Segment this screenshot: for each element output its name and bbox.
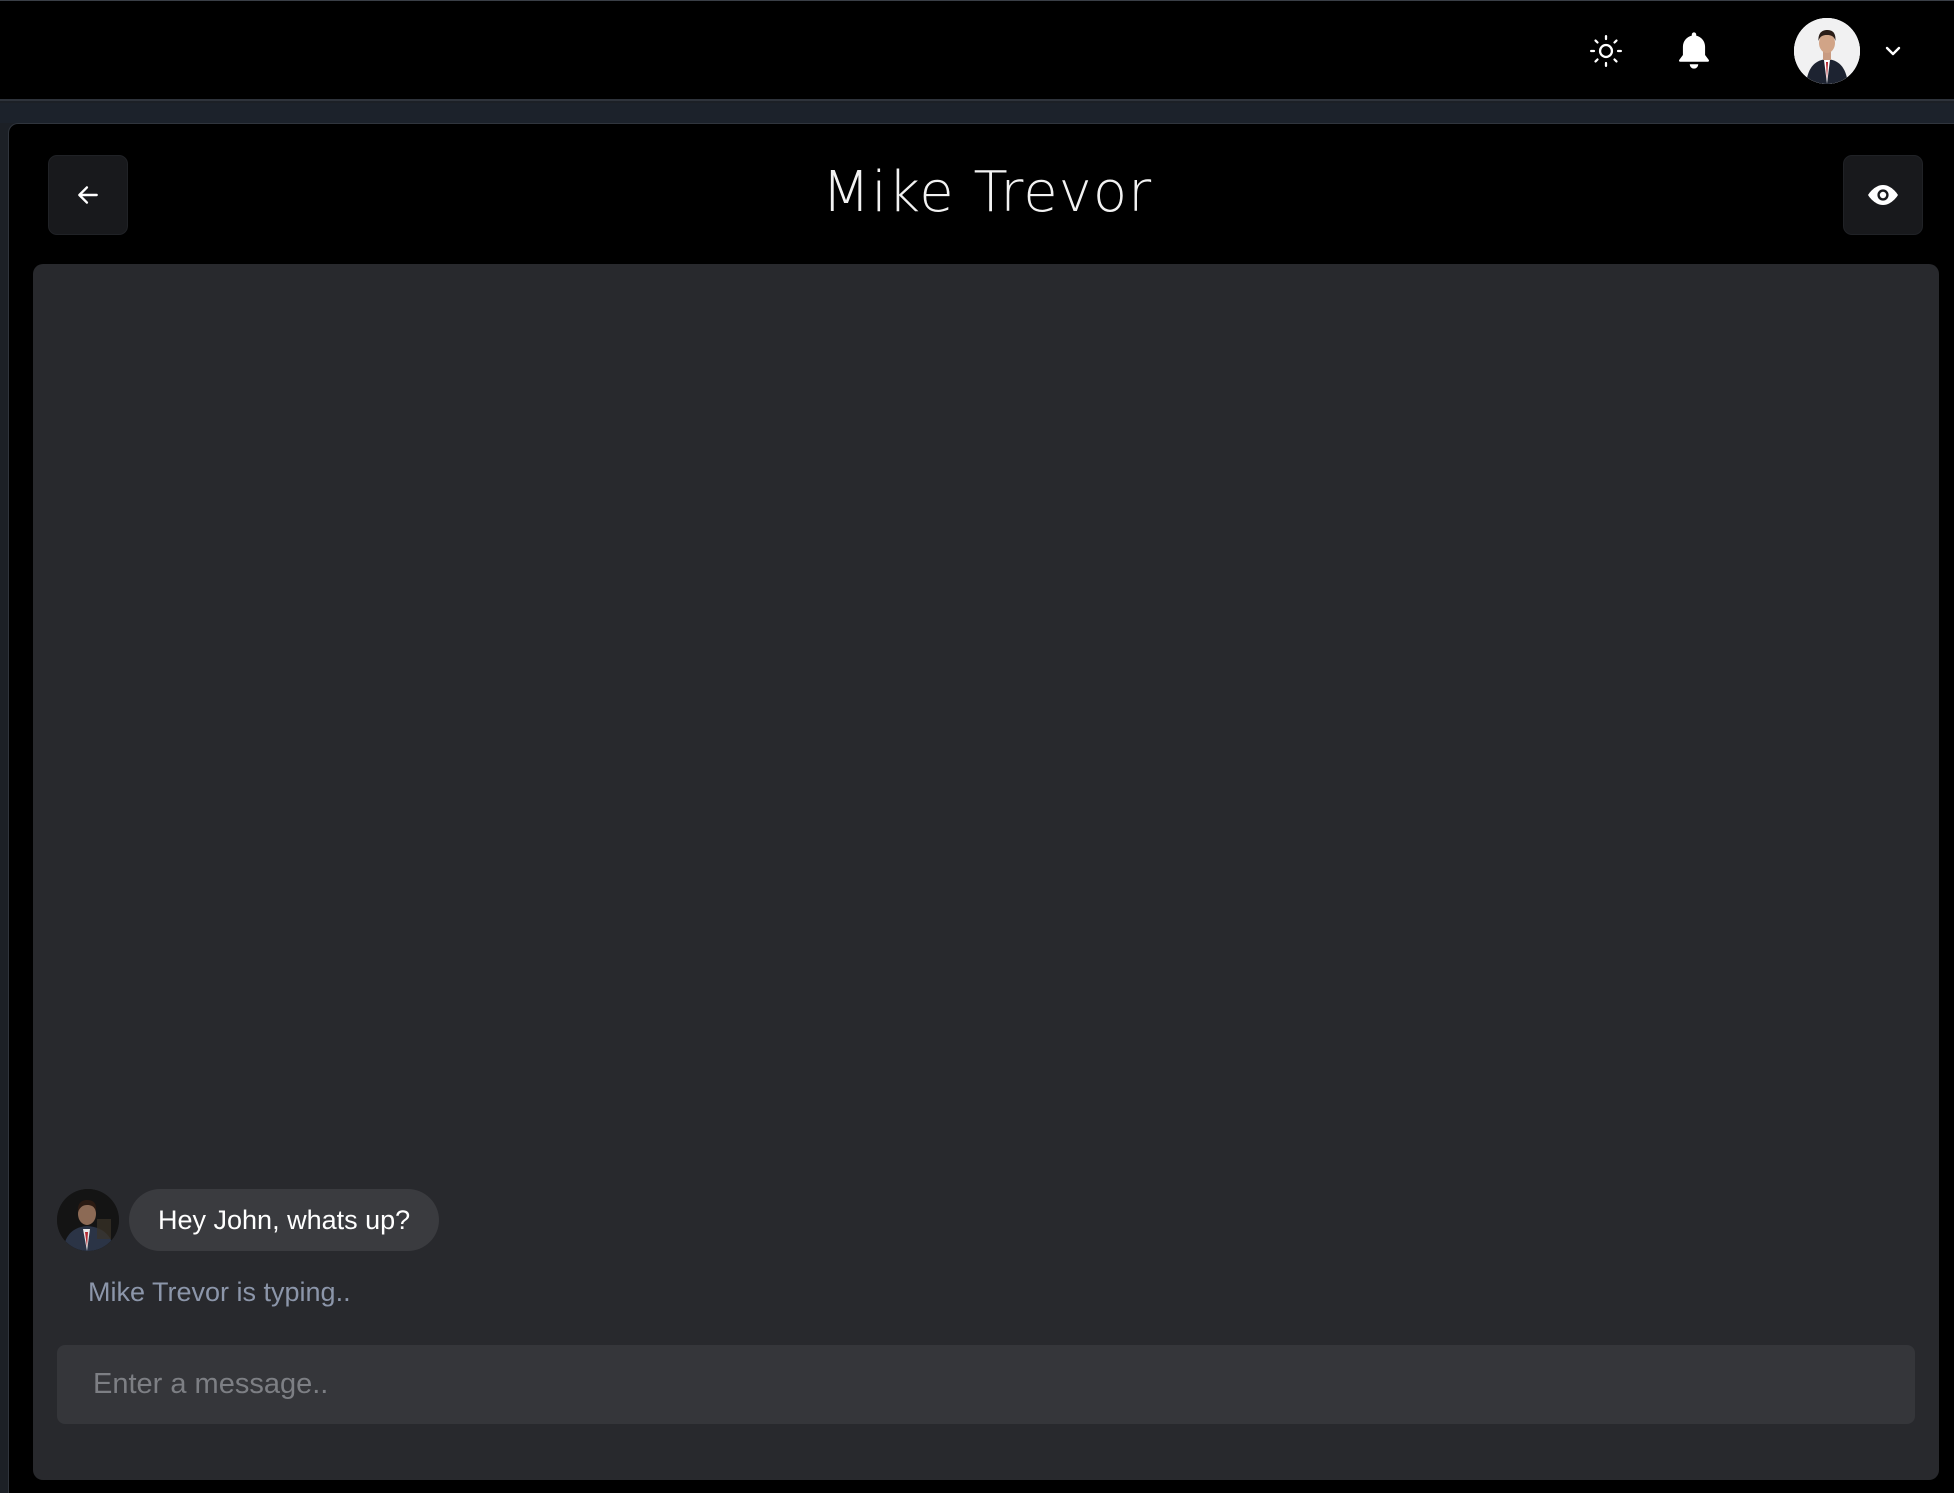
view-profile-button[interactable]	[1843, 155, 1923, 235]
theme-toggle-button[interactable]	[1584, 29, 1628, 73]
notifications-button[interactable]	[1670, 27, 1718, 75]
message-input[interactable]	[57, 1345, 1915, 1424]
user-avatar[interactable]	[1794, 18, 1860, 84]
chat-panel: Mike Trevor Hey John, whats up? Mike Tre…	[8, 123, 1954, 1493]
chat-header: Mike Trevor	[9, 124, 1954, 264]
panel-separator	[0, 103, 1954, 123]
chat-messages-area[interactable]: Hey John, whats up? Mike Trevor is typin…	[33, 264, 1939, 1480]
chat-title: Mike Trevor	[821, 160, 1153, 225]
bell-icon	[1679, 32, 1709, 69]
message-bubble: Hey John, whats up?	[129, 1189, 440, 1251]
profile-menu[interactable]	[1794, 18, 1914, 84]
sender-avatar[interactable]	[57, 1189, 119, 1251]
eye-icon	[1868, 185, 1898, 205]
sun-icon	[1589, 34, 1623, 68]
message-row: Hey John, whats up?	[57, 1189, 440, 1251]
chevron-down-icon[interactable]	[1882, 40, 1904, 62]
typing-indicator: Mike Trevor is typing..	[88, 1277, 351, 1307]
top-navbar	[0, 0, 1954, 101]
